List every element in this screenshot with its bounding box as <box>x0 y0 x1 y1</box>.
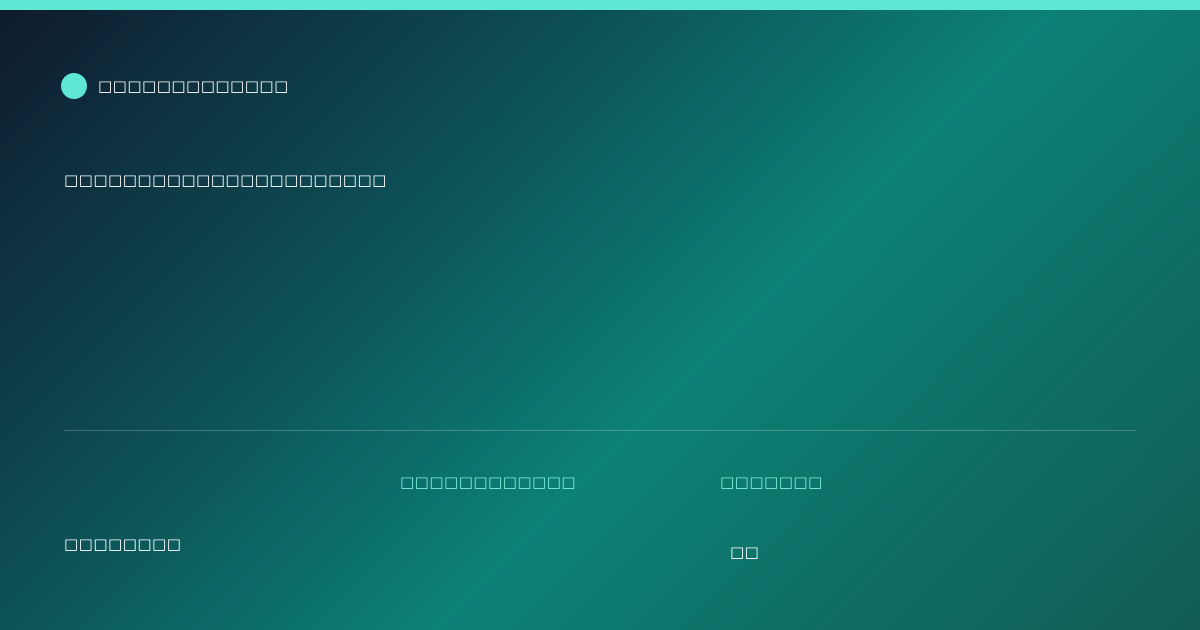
stat-label-secondary: □□□□□□□ <box>720 473 823 491</box>
stat-label-primary: □□□□□□□□□□□□ <box>400 473 577 491</box>
brand-header: □□□□□□□□□□□□□ <box>61 73 289 99</box>
section-divider <box>64 430 1136 431</box>
footer-left-text: □□□□□□□□ <box>64 535 182 553</box>
brand-dot-icon <box>61 73 87 99</box>
page-headline: □□□□□□□□□□□□□□□□□□□□□□ <box>64 171 387 189</box>
top-accent-bar <box>0 0 1200 10</box>
brand-name: □□□□□□□□□□□□□ <box>98 77 289 95</box>
stat-value-secondary: □□ <box>730 543 760 561</box>
